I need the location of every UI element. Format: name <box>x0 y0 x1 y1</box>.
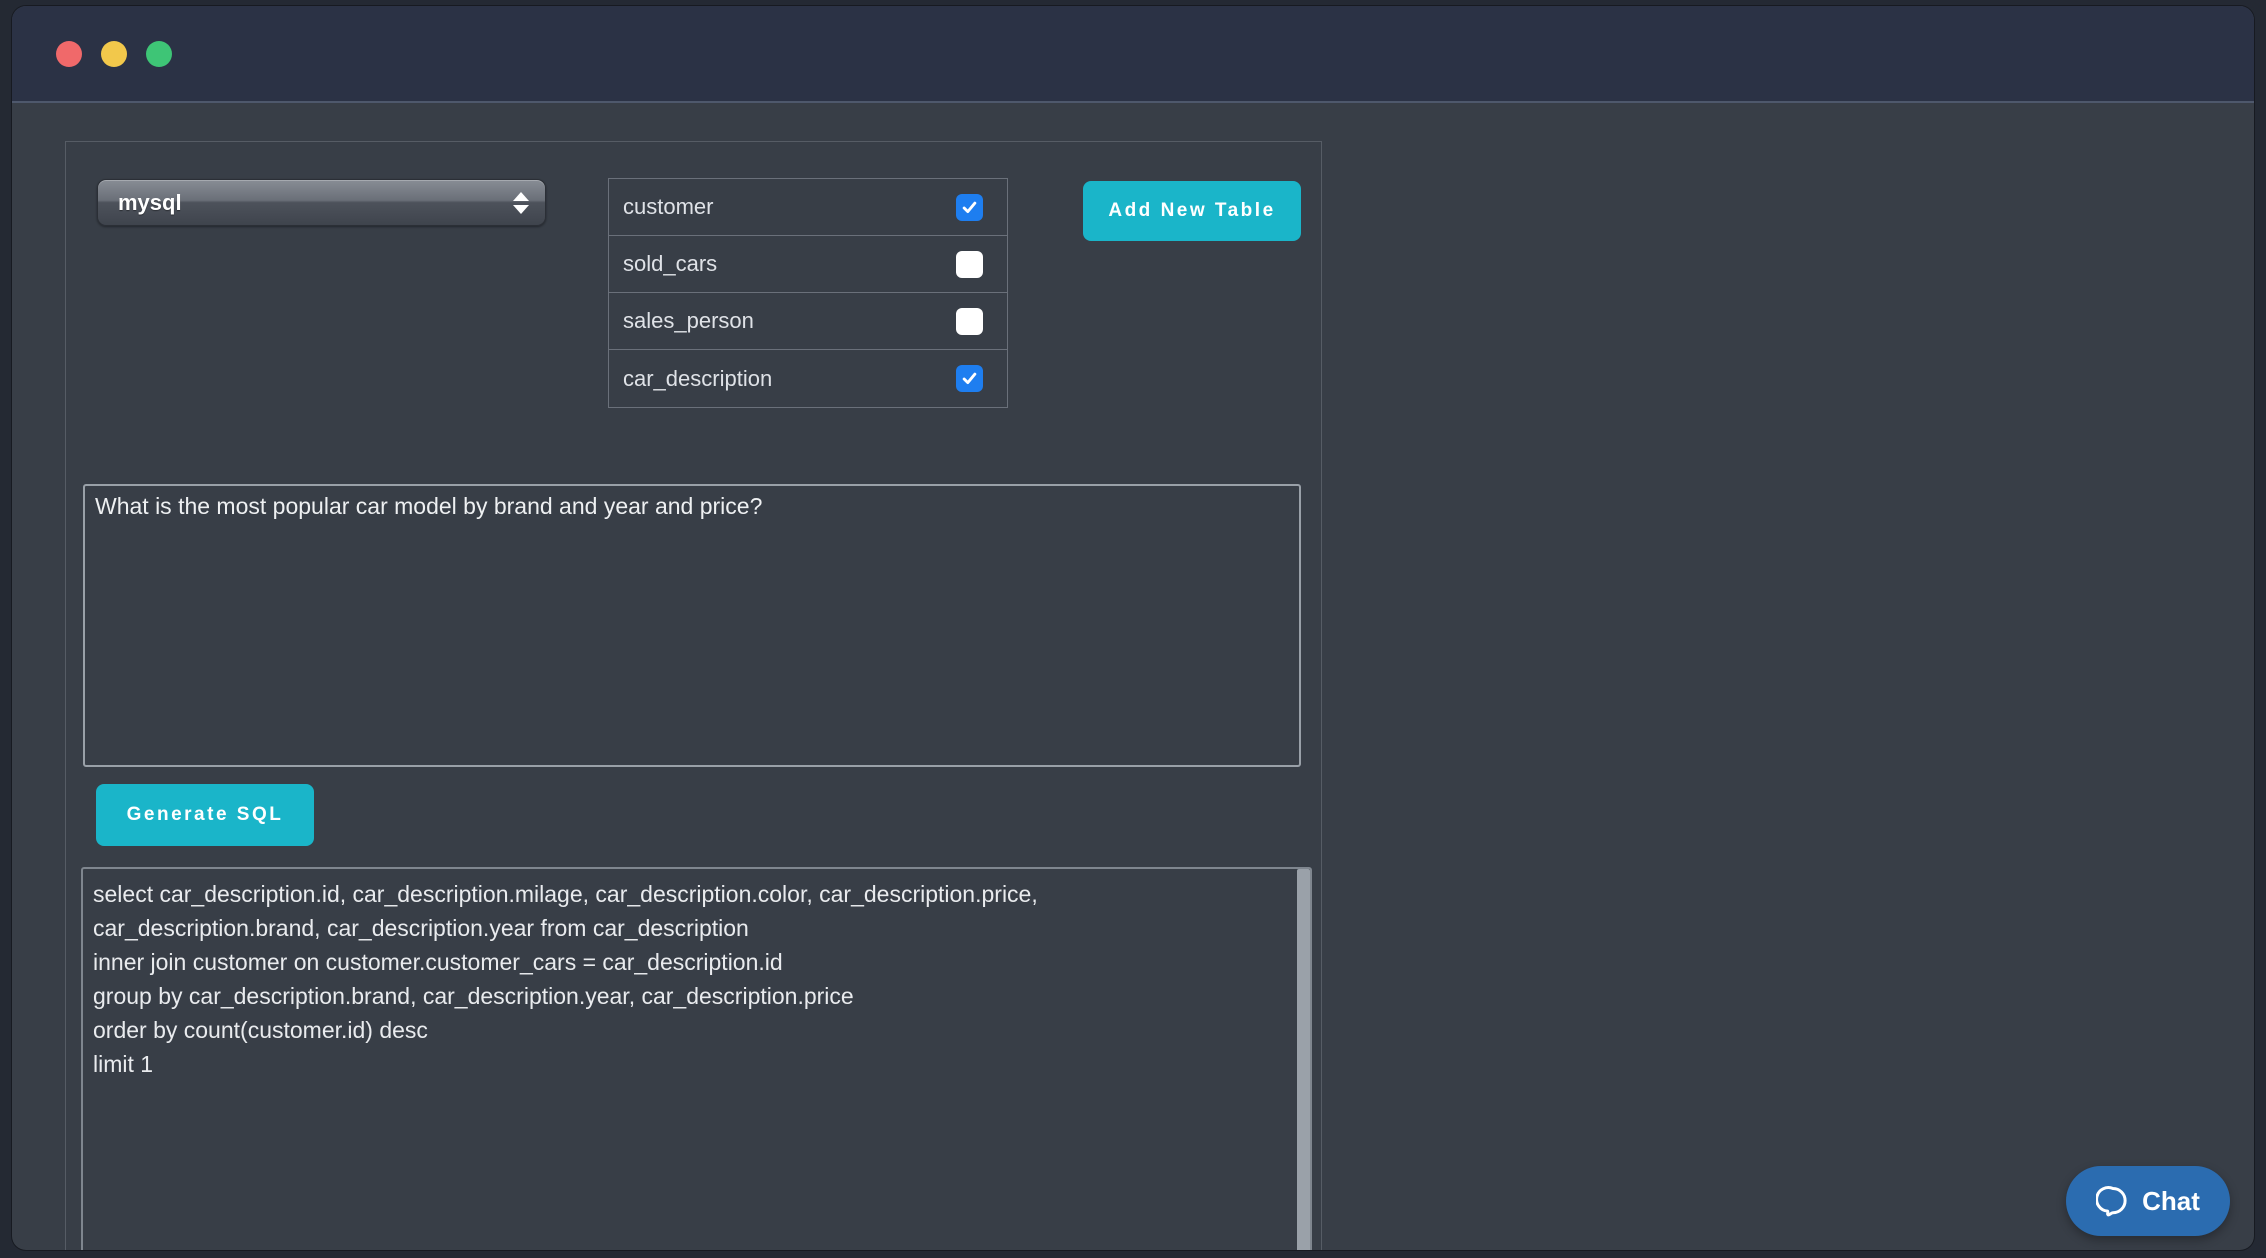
chat-button-label: Chat <box>2142 1186 2200 1217</box>
sql-output-box[interactable]: select car_description.id, car_descripti… <box>81 867 1312 1250</box>
table-checkbox[interactable] <box>956 194 983 221</box>
table-checkbox[interactable] <box>956 251 983 278</box>
database-select[interactable]: mysql <box>97 179 546 226</box>
add-new-table-button[interactable]: Add New Table <box>1083 181 1301 241</box>
table-row: customer <box>609 179 1007 236</box>
chat-button[interactable]: Chat <box>2066 1166 2230 1236</box>
table-name: car_description <box>623 366 772 392</box>
table-checkbox[interactable] <box>956 308 983 335</box>
titlebar <box>12 6 2254 103</box>
sql-output-text: select car_description.id, car_descripti… <box>83 869 1294 1250</box>
tables-list: customer sold_cars sales_person car_desc… <box>608 178 1008 408</box>
chat-bubble-icon <box>2096 1184 2130 1218</box>
main-panel: mysql customer sold_cars sales_person <box>65 141 1322 1250</box>
table-name: sold_cars <box>623 251 717 277</box>
generate-sql-button[interactable]: Generate SQL <box>96 784 314 846</box>
table-name: customer <box>623 194 713 220</box>
table-row: car_description <box>609 350 1007 407</box>
table-row: sold_cars <box>609 236 1007 293</box>
table-name: sales_person <box>623 308 754 334</box>
table-row: sales_person <box>609 293 1007 350</box>
database-select-value: mysql <box>98 190 182 216</box>
sql-output-scrollbar[interactable] <box>1297 869 1310 1250</box>
traffic-lights <box>56 41 172 67</box>
app-window: mysql customer sold_cars sales_person <box>12 6 2254 1250</box>
minimize-button[interactable] <box>101 41 127 67</box>
window-body: mysql customer sold_cars sales_person <box>12 105 2254 1250</box>
question-input[interactable]: What is the most popular car model by br… <box>83 484 1301 767</box>
table-checkbox[interactable] <box>956 365 983 392</box>
select-arrows-icon <box>513 180 529 225</box>
maximize-button[interactable] <box>146 41 172 67</box>
close-button[interactable] <box>56 41 82 67</box>
